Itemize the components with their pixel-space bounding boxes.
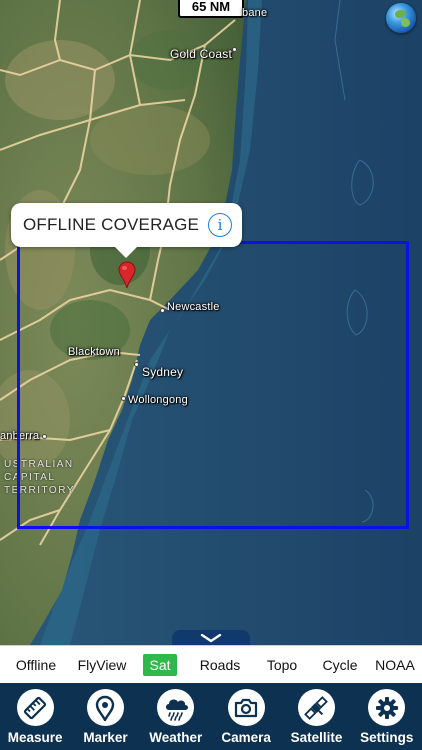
cloud-rain-icon: [157, 689, 195, 726]
measure-label: Measure: [7, 730, 63, 745]
globe-icon[interactable]: [386, 3, 416, 33]
map-label-gold-coast: Gold Coast: [170, 47, 233, 61]
layer-roads[interactable]: Roads: [200, 657, 240, 673]
callout-title: OFFLINE COVERAGE: [23, 215, 200, 234]
scale-indicator: 65 NM: [178, 0, 244, 18]
callout-pointer: [114, 246, 138, 258]
layer-sat[interactable]: Sat: [143, 653, 177, 676]
satellite-label: Satellite: [290, 730, 343, 745]
measure-button[interactable]: Measure: [1, 689, 69, 745]
gear-icon: [368, 689, 406, 726]
weather-button[interactable]: Weather: [142, 689, 210, 745]
map-pin-icon[interactable]: [118, 261, 136, 289]
ruler-icon: [16, 689, 54, 726]
settings-button[interactable]: Settings: [353, 689, 421, 745]
camera-icon: [227, 689, 265, 726]
layer-topo[interactable]: Topo: [267, 657, 297, 673]
offline-coverage-callout[interactable]: OFFLINE COVERAGE i: [11, 203, 242, 247]
satellite-icon: [297, 689, 335, 726]
map-label-brisbane: bane: [242, 7, 268, 19]
layer-cycle[interactable]: Cycle: [322, 657, 357, 673]
scale-label: 65 NM: [191, 0, 231, 14]
marker-button[interactable]: Marker: [71, 689, 139, 745]
map-pin-icon: [86, 689, 124, 726]
camera-label: Camera: [221, 730, 271, 745]
layer-noaa[interactable]: NOAA: [375, 657, 415, 673]
chevron-down-icon: [200, 634, 222, 643]
settings-label: Settings: [360, 730, 414, 745]
city-dot-gold-coast: [232, 47, 237, 52]
marker-label: Marker: [83, 730, 128, 745]
info-icon[interactable]: i: [208, 213, 232, 237]
satellite-button[interactable]: Satellite: [282, 689, 350, 745]
bottom-toolbar: Measure Marker Weather Camera Satellite …: [0, 683, 422, 750]
layer-offline[interactable]: Offline: [16, 657, 56, 673]
weather-label: Weather: [149, 730, 203, 745]
offline-coverage-area: [17, 241, 409, 529]
collapse-toolbar-button[interactable]: [172, 630, 250, 645]
satellite-map[interactable]: 65 NM bane Gold Coast Newcastle Blacktow…: [0, 0, 422, 645]
camera-button[interactable]: Camera: [212, 689, 280, 745]
map-layer-selector: Offline FlyView Sat Roads Topo Cycle NOA…: [0, 645, 422, 683]
layer-flyview[interactable]: FlyView: [78, 657, 127, 673]
